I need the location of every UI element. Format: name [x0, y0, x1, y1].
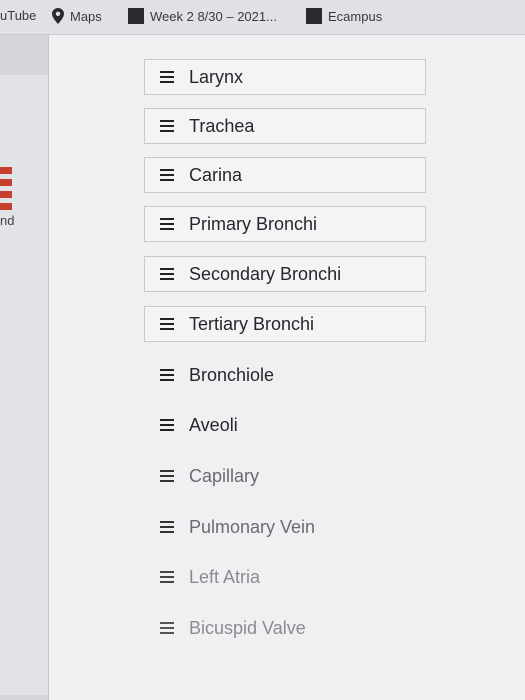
bookmark-favicon-icon	[306, 8, 322, 24]
list-item[interactable]: Aveoli	[144, 407, 426, 443]
list-item-label: Secondary Bronchi	[189, 263, 342, 284]
drag-handle-icon[interactable]	[145, 571, 189, 583]
red-marker	[0, 167, 12, 174]
bookmark-week-label: Week 2 8/30 – 2021...	[150, 8, 277, 24]
bookmark-youtube[interactable]: uTube	[0, 8, 36, 23]
list-item[interactable]: Pulmonary Vein	[144, 509, 426, 545]
drag-handle-icon[interactable]	[145, 71, 189, 83]
map-pin-icon	[52, 8, 64, 24]
list-item-label: Bronchiole	[189, 364, 275, 385]
bookmark-youtube-label: uTube	[0, 8, 37, 23]
bookmark-ecampus-label: Ecampus	[328, 8, 383, 24]
list-item[interactable]: Tertiary Bronchi	[144, 306, 426, 342]
drag-handle-icon[interactable]	[145, 369, 189, 381]
drag-handle-icon[interactable]	[145, 268, 189, 280]
bookmark-ecampus[interactable]: Ecampus	[306, 8, 382, 24]
list-item-label: Tertiary Bronchi	[189, 313, 315, 334]
list-item-label: Primary Bronchi	[189, 213, 318, 234]
bookmark-maps[interactable]: Maps	[52, 8, 102, 24]
list-item[interactable]: Carina	[144, 157, 426, 193]
list-item[interactable]: Trachea	[144, 108, 426, 144]
list-item[interactable]: Capillary	[144, 458, 426, 494]
list-item-label: Bicuspid Valve	[189, 617, 306, 638]
drag-handle-icon[interactable]	[145, 318, 189, 330]
drag-handle-icon[interactable]	[145, 470, 189, 482]
drag-handle-icon[interactable]	[145, 622, 189, 634]
bookmark-maps-label: Maps	[70, 8, 102, 24]
list-item[interactable]: Bronchiole	[144, 357, 426, 393]
left-panel: nd	[0, 35, 49, 700]
list-item[interactable]: Primary Bronchi	[144, 206, 426, 242]
list-item-label: Capillary	[189, 465, 260, 486]
list-item[interactable]: Bicuspid Valve	[144, 610, 426, 646]
list-item[interactable]: Larynx	[144, 59, 426, 95]
list-item-label: Aveoli	[189, 414, 238, 435]
list-item-label: Trachea	[189, 115, 255, 136]
drag-handle-icon[interactable]	[145, 218, 189, 230]
drag-handle-icon[interactable]	[145, 169, 189, 181]
left-panel-content	[0, 75, 48, 695]
red-marker	[0, 179, 12, 186]
red-marker	[0, 203, 12, 210]
drag-handle-icon[interactable]	[145, 120, 189, 132]
drag-handle-icon[interactable]	[145, 419, 189, 431]
left-panel-text: nd	[0, 213, 15, 228]
list-item-label: Pulmonary Vein	[189, 516, 316, 537]
bookmark-favicon-icon	[128, 8, 144, 24]
bookmarks-bar: uTube Maps Week 2 8/30 – 2021... Ecampus	[0, 0, 525, 35]
bookmark-week-2[interactable]: Week 2 8/30 – 2021...	[128, 8, 277, 24]
main-content: Larynx Trachea Carina Primary Bronchi Se…	[49, 35, 525, 700]
list-item-label: Larynx	[189, 66, 244, 87]
drag-handle-icon[interactable]	[145, 521, 189, 533]
list-item[interactable]: Secondary Bronchi	[144, 256, 426, 292]
list-item-label: Left Atria	[189, 566, 261, 587]
red-marker	[0, 191, 12, 198]
list-item[interactable]: Left Atria	[144, 559, 426, 595]
list-item-label: Carina	[189, 164, 243, 185]
